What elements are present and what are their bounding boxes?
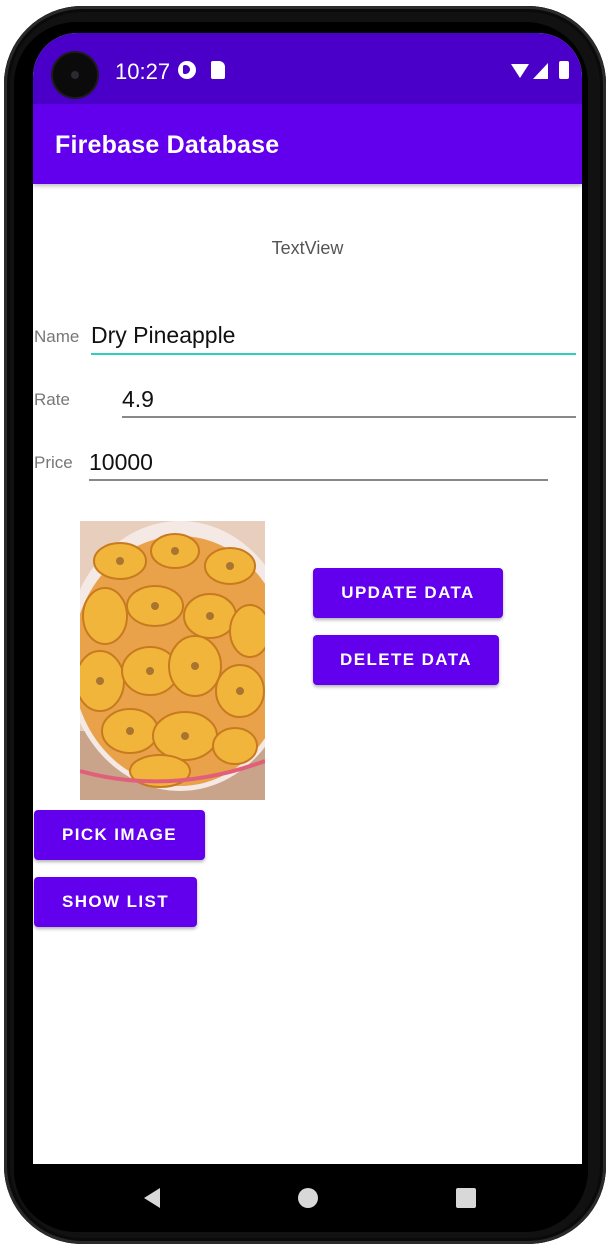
product-image [80,521,265,800]
textview-label: TextView [271,238,344,258]
home-icon[interactable] [298,1188,318,1208]
navigation-bar [14,1164,588,1232]
wifi-icon [511,64,529,78]
app-notification-icon [178,61,196,79]
app-title: Firebase Database [55,131,280,159]
price-label: Price [34,453,73,472]
recents-icon[interactable] [456,1188,476,1208]
sd-card-icon [211,61,225,79]
pick-image-button[interactable]: PICK IMAGE [34,810,205,860]
delete-data-button[interactable]: DELETE DATA [313,635,499,685]
name-label: Name [34,327,80,346]
battery-icon [559,61,569,79]
rate-input[interactable] [122,382,576,418]
status-bar: 10:27 [33,33,582,104]
signal-icon [533,63,548,79]
front-camera [53,53,97,97]
app-screen: 10:27 Firebase Database TextView Name Ra… [33,33,582,1164]
update-data-button[interactable]: UPDATE DATA [313,568,503,618]
dried-fruit-chips-photo [80,521,265,800]
name-input[interactable] [91,317,576,355]
back-icon[interactable] [144,1188,160,1208]
show-list-button[interactable]: SHOW LIST [34,877,197,927]
app-bar: Firebase Database [33,104,582,184]
status-time: 10:27 [115,59,171,84]
price-input[interactable] [89,445,548,481]
rate-label: Rate [34,390,70,409]
